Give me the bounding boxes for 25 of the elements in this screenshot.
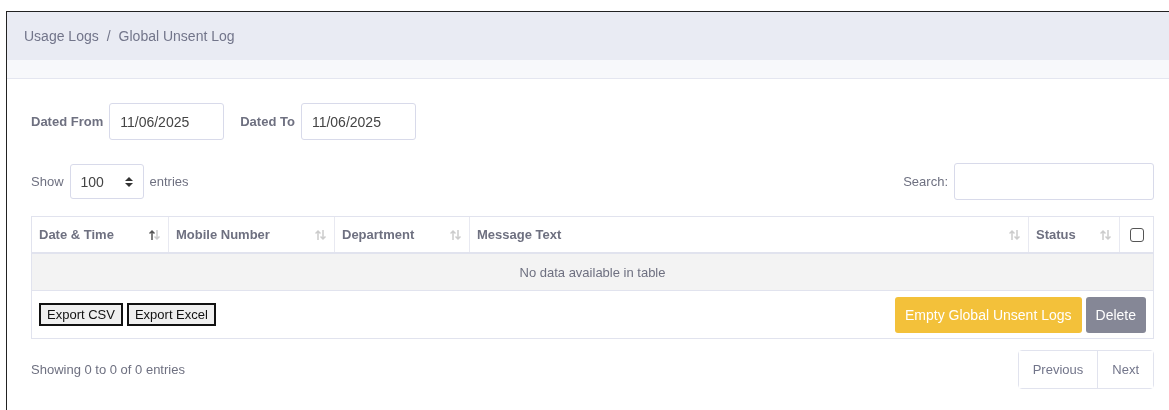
column-header[interactable]: Message Text — [470, 217, 1029, 252]
breadcrumb-item[interactable]: Global Unsent Log — [118, 28, 235, 44]
search-field[interactable] — [954, 163, 1154, 200]
date-field[interactable]: 11/06/2025 — [109, 103, 225, 140]
length-label: entries — [149, 174, 189, 189]
breadcrumb-item[interactable]: Usage Logs — [24, 28, 99, 44]
export-button[interactable]: Export CSV — [39, 303, 123, 326]
breadcrumb-separator: / — [106, 28, 111, 44]
select-all-checkbox[interactable] — [1129, 227, 1144, 242]
delete-button[interactable]: Delete — [1085, 296, 1146, 333]
column-header[interactable]: Date & Time — [32, 217, 169, 252]
page-button[interactable]: Next — [1097, 351, 1153, 388]
empty-message: No data available in table — [32, 254, 1153, 291]
filter-label: Dated To — [240, 114, 295, 129]
column-header[interactable]: Department — [335, 217, 470, 252]
column-header[interactable]: Mobile Number — [169, 217, 335, 252]
column-header[interactable]: Status — [1029, 217, 1120, 252]
filter-label: Dated From — [31, 114, 104, 129]
length-select[interactable]: 100 — [69, 164, 144, 199]
export-button[interactable]: Export Excel — [126, 303, 216, 326]
date-field[interactable]: 11/06/2025 — [300, 103, 416, 140]
length-label: Show — [31, 174, 64, 189]
table-info: Showing 0 to 0 of 0 entries — [31, 362, 185, 377]
search-label: Search: — [903, 174, 948, 189]
updown-icon — [124, 176, 133, 187]
